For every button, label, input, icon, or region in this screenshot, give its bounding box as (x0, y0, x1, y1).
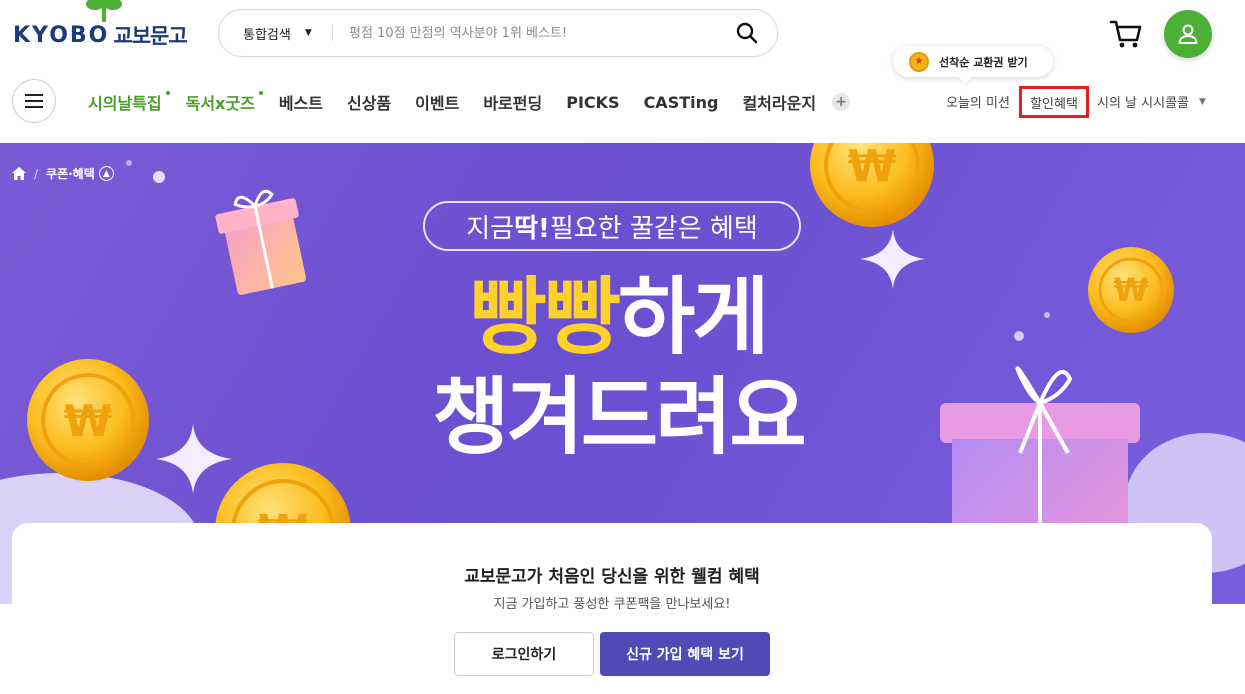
nav-more-button[interactable]: + (832, 93, 851, 111)
chevron-up-icon[interactable]: ▲ (98, 166, 114, 181)
hamburger-menu-button[interactable] (12, 79, 56, 123)
breadcrumb-separator: / (34, 166, 39, 181)
welcome-subtitle: 지금 가입하고 풍성한 쿠폰팩을 만나보세요! (493, 597, 731, 612)
welcome-card: 교보문고가 처음인 당신을 위한 웰컴 혜택 지금 가입하고 풍성한 쿠폰팩을 … (12, 523, 1212, 694)
breadcrumb-current: 쿠폰·혜택 (46, 167, 95, 181)
signup-benefit-button[interactable]: 신규 가입 혜택 보기 (600, 632, 770, 676)
tagline-suffix: 필요한 꿀같은 혜택 (549, 213, 758, 244)
cart-icon (1109, 20, 1142, 48)
hamburger-line (25, 94, 43, 96)
cart-button[interactable] (1108, 18, 1144, 50)
nav-item-culture-lounge[interactable]: 컬처라운지 (742, 90, 816, 114)
caret-down-icon: ▼ (304, 28, 312, 38)
search-category-select[interactable]: 통합검색 ▼ (219, 24, 332, 43)
util-promo-label: 시의 날 시시콜콜 (1097, 96, 1189, 111)
tooltip-label: 선착순 교환권 받기 (939, 55, 1028, 69)
svg-text:₩: ₩ (1113, 271, 1148, 309)
welcome-title: 교보문고가 처음인 당신을 위한 웰컴 혜택 (464, 567, 760, 587)
logo-text-ko: 교보문고 (113, 24, 187, 48)
caret-down-icon: ▼ (1199, 96, 1206, 107)
coin-icon: ★ (909, 51, 929, 72)
hamburger-line (25, 106, 43, 108)
headline-yellow: 빵빵 (469, 268, 621, 366)
util-promo-dropdown[interactable]: 시의 날 시시콜콜 ▼ (1097, 92, 1206, 111)
banner-tagline: 지금 딱! 필요한 꿀같은 혜택 (423, 201, 801, 251)
logo-leaf-icon (86, 0, 122, 22)
nav-item-reading-goods[interactable]: 독서x굿즈 (186, 90, 264, 114)
my-account-button[interactable] (1164, 10, 1212, 58)
nav-item-event[interactable]: 이벤트 (415, 90, 459, 114)
search-button[interactable] (717, 10, 777, 56)
nav-item-casting[interactable]: CASTing (644, 93, 719, 112)
search-input[interactable] (333, 25, 717, 41)
headline-line-1: 빵빵하게 (383, 267, 853, 367)
logo-text-en: KYOBO (13, 22, 110, 48)
home-icon[interactable] (12, 167, 26, 180)
tagline-emphasis: 딱! (514, 213, 550, 244)
svg-text:₩: ₩ (64, 396, 113, 447)
tagline-prefix: 지금 (466, 213, 515, 244)
search-category-label: 통합검색 (243, 27, 291, 43)
nav-item-picks[interactable]: PICKS (566, 93, 619, 112)
search-bar: 통합검색 ▼ (218, 9, 778, 57)
svg-text:₩: ₩ (848, 143, 897, 192)
kyobo-logo[interactable]: KYOBO 교보문고 (13, 0, 188, 50)
login-button[interactable]: 로그인하기 (454, 632, 594, 676)
headline-line-2: 챙겨드려요 (432, 368, 806, 466)
main-nav: 시의날특집 독서x굿즈 베스트 신상품 이벤트 바로펀딩 PICKS CASTi… (88, 90, 851, 114)
nav-item-new[interactable]: 신상품 (347, 90, 391, 114)
nav-item-best[interactable]: 베스트 (279, 90, 323, 114)
headline-white: 하게 (618, 268, 770, 366)
util-discount-link[interactable]: 할인혜택 (1019, 86, 1089, 118)
hamburger-line (25, 100, 43, 102)
util-discount-label: 할인혜택 (1030, 96, 1078, 112)
search-icon (736, 22, 758, 44)
util-daily-mission[interactable]: 오늘의 미션 (946, 92, 1010, 111)
coupon-tooltip[interactable]: ★ 선착순 교환권 받기 (893, 46, 1053, 77)
nav-item-poetry-day[interactable]: 시의날특집 (88, 90, 170, 114)
user-icon (1178, 24, 1198, 44)
breadcrumb: / 쿠폰·혜택 ▲ (12, 165, 114, 182)
banner-headline: 빵빵하게 챙겨드려요 (383, 267, 853, 467)
nav-item-funding[interactable]: 바로펀딩 (483, 90, 542, 114)
